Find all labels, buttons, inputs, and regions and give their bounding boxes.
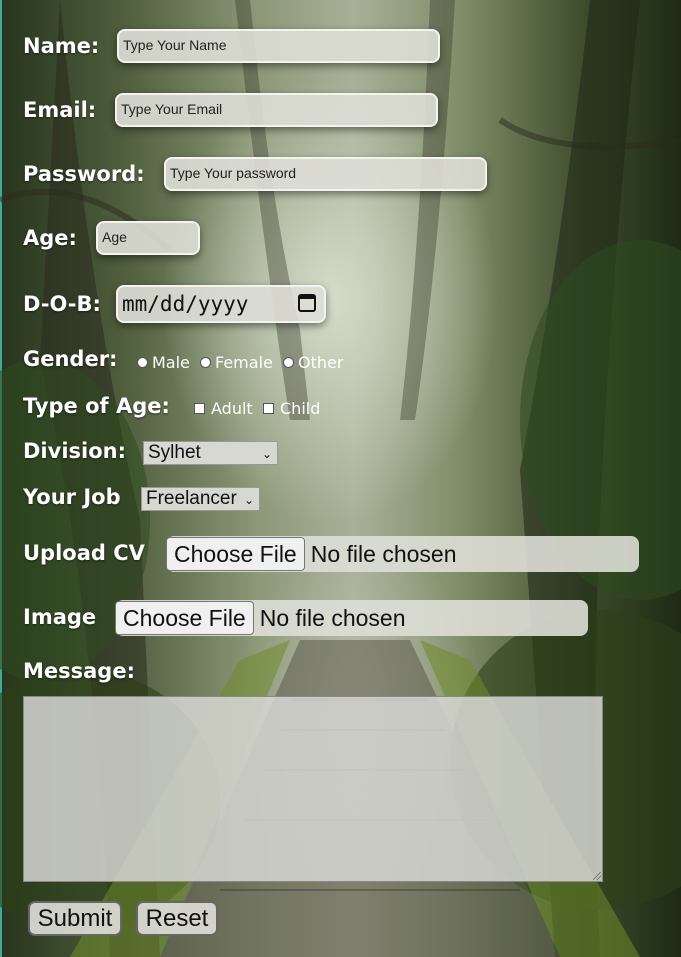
image-file-status: No file chosen xyxy=(259,604,406,631)
image-file-input[interactable]: Choose File No file chosen xyxy=(115,600,588,636)
upload-cv-label: Upload CV xyxy=(23,541,145,565)
dob-placeholder: mm/dd/yyyy xyxy=(122,292,249,316)
job-selected-value: Freelancer xyxy=(146,488,237,509)
image-label: Image xyxy=(23,605,97,629)
password-input[interactable]: Type Your password xyxy=(164,157,487,191)
message-label: Message: xyxy=(23,659,135,683)
page-left-border xyxy=(0,0,2,957)
checkbox-child[interactable] xyxy=(263,403,274,414)
job-select[interactable]: Freelancer ⌄ xyxy=(141,487,260,511)
cv-choose-file-button[interactable]: Choose File xyxy=(166,537,305,571)
gender-option-male[interactable]: Male xyxy=(137,353,190,372)
type-of-age-label: Type of Age: xyxy=(23,394,170,418)
radio-other[interactable] xyxy=(283,357,294,368)
gender-other-label: Other xyxy=(298,353,344,372)
dob-label: D-O-B: xyxy=(23,292,101,316)
message-textarea[interactable] xyxy=(23,696,603,882)
age-label: Age: xyxy=(23,226,77,250)
checkbox-adult[interactable] xyxy=(194,403,205,414)
child-label: Child xyxy=(280,399,321,418)
adult-label: Adult xyxy=(211,399,253,418)
dob-date-input[interactable]: mm/dd/yyyy xyxy=(116,285,326,323)
division-selected-value: Sylhet xyxy=(148,442,201,463)
cv-file-input[interactable]: Choose File No file chosen xyxy=(166,536,639,572)
gender-label: Gender: xyxy=(23,347,118,371)
division-label: Division: xyxy=(23,439,126,463)
chevron-down-icon: ⌄ xyxy=(243,493,254,507)
submit-button[interactable]: Submit xyxy=(28,901,122,936)
name-label: Name: xyxy=(23,34,100,58)
resize-grip-icon[interactable] xyxy=(593,872,601,880)
job-label: Your Job xyxy=(23,485,121,509)
age-type-option-adult[interactable]: Adult xyxy=(194,399,253,418)
radio-male[interactable] xyxy=(137,357,148,368)
age-input[interactable]: Age xyxy=(96,221,200,255)
image-choose-file-button[interactable]: Choose File xyxy=(115,601,254,635)
gender-option-female[interactable]: Female xyxy=(200,353,273,372)
password-label: Password: xyxy=(23,162,145,186)
age-type-option-child[interactable]: Child xyxy=(263,399,320,418)
radio-female[interactable] xyxy=(200,357,211,368)
gender-option-other[interactable]: Other xyxy=(283,353,343,372)
gender-male-label: Male xyxy=(152,353,190,372)
cv-file-status: No file chosen xyxy=(310,540,457,567)
gender-female-label: Female xyxy=(215,353,273,372)
reset-button[interactable]: Reset xyxy=(136,901,218,936)
chevron-down-icon: ⌄ xyxy=(261,447,272,461)
name-input[interactable]: Type Your Name xyxy=(117,29,440,63)
email-label: Email: xyxy=(23,98,97,122)
email-input[interactable]: Type Your Email xyxy=(115,93,438,127)
division-select[interactable]: Sylhet ⌄ xyxy=(143,441,278,465)
calendar-icon[interactable] xyxy=(298,294,316,312)
